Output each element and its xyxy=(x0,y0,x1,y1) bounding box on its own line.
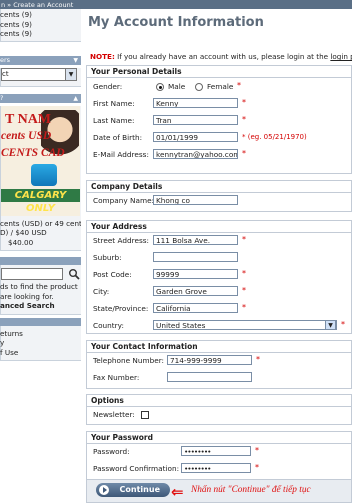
section-title: Company Details xyxy=(87,181,351,193)
section-title: Your Password xyxy=(87,432,351,444)
first-name-field[interactable]: Kenny xyxy=(153,98,238,108)
dob-label: Date of Birth: xyxy=(93,133,143,142)
password-label: Password: xyxy=(93,447,130,456)
continue-button[interactable]: Continue xyxy=(96,483,170,497)
personal-details-section: Your Personal Details Gender: Male Femal… xyxy=(86,65,352,174)
state-label: State/Province: xyxy=(93,304,149,313)
fax-label: Fax Number: xyxy=(93,373,140,382)
male-label: Male xyxy=(168,82,186,91)
street-label: Street Address: xyxy=(93,236,150,245)
company-details-section: Company Details Company Name: Khong co xyxy=(86,180,352,212)
email-field[interactable]: kennytran@yahoo.com xyxy=(153,149,238,159)
info-link[interactable]: y xyxy=(0,338,81,348)
left-sidebar: cents (9) cents (9) cents (9) ers ▼ ct ▼… xyxy=(0,9,81,500)
button-bar: Continue ⇐ Nhấn nút "Continue" để tiếp t… xyxy=(86,479,352,503)
login-note: NOTE: If you already have an account wit… xyxy=(90,52,352,61)
suburb-label: Suburb: xyxy=(93,253,122,262)
city-label: City: xyxy=(93,287,110,296)
last-name-field[interactable]: Tran xyxy=(153,115,238,125)
gender-male-radio[interactable] xyxy=(156,83,164,91)
page-title: My Account Information xyxy=(88,15,264,30)
phone-label: Telephone Number: xyxy=(93,356,165,365)
password-section: Your Password Password: •••••••• * Passw… xyxy=(86,431,352,480)
cart-line[interactable]: cents (9) xyxy=(0,20,81,30)
newsletter-checkbox[interactable] xyxy=(141,411,149,419)
instruction-text: Nhấn nút "Continue" để tiếp tục xyxy=(191,485,311,495)
promo-banner[interactable]: T NAM cents USD CENTS CAD CALGARY ONLY xyxy=(1,105,80,216)
section-title: Options xyxy=(87,395,351,407)
special-text: D) / $40 USD xyxy=(0,228,47,237)
country-label: Country: xyxy=(93,321,124,330)
main-content: My Account Information NOTE: If you alre… xyxy=(86,9,352,503)
company-name-field[interactable]: Khong co xyxy=(153,195,238,205)
address-section: Your Address Street Address: 111 Bolsa A… xyxy=(86,220,352,334)
chevron-down-icon: ▼ xyxy=(65,68,76,80)
gender-label: Gender: xyxy=(93,82,123,91)
postcode-field[interactable]: 99999 xyxy=(153,269,238,279)
password-confirm-field[interactable]: •••••••• xyxy=(181,463,251,473)
breadcrumb-bar: n » Create an Account xyxy=(0,0,352,9)
postcode-label: Post Code: xyxy=(93,270,132,279)
contact-section: Your Contact Information Telephone Numbe… xyxy=(86,340,352,389)
gender-female-radio[interactable] xyxy=(195,83,203,91)
dob-field[interactable]: 01/01/1999 xyxy=(153,132,238,142)
advanced-search-link[interactable]: anced Search xyxy=(0,301,81,311)
collapse-icon[interactable]: ▲ xyxy=(73,94,78,103)
options-section: Options Newsletter: xyxy=(86,394,352,425)
left-arrow-icon: ⇐ xyxy=(171,483,184,501)
cart-line[interactable]: cents (9) xyxy=(0,29,81,39)
street-field[interactable]: 111 Bolsa Ave. xyxy=(153,235,238,245)
search-help: are looking for. xyxy=(0,291,54,301)
chevron-down-icon: ▼ xyxy=(325,321,336,329)
login-link[interactable]: login pag xyxy=(330,52,352,61)
collapse-icon[interactable]: ▼ xyxy=(73,56,78,65)
special-price: $40.00 xyxy=(8,237,34,247)
company-name-label: Company Name: xyxy=(93,196,155,205)
first-name-label: First Name: xyxy=(93,99,135,108)
newsletter-label: Newsletter: xyxy=(93,410,135,419)
quick-search-input[interactable] xyxy=(1,268,63,280)
suburb-field[interactable] xyxy=(153,252,238,262)
play-arrow-icon xyxy=(99,485,109,495)
search-header xyxy=(0,257,81,265)
email-label: E-Mail Address: xyxy=(93,150,149,159)
manufacturers-select[interactable]: ct ▼ xyxy=(1,67,77,81)
info-link[interactable]: f Use xyxy=(0,348,81,358)
info-link[interactable]: eturns xyxy=(0,329,81,339)
city-field[interactable]: Garden Grove xyxy=(153,286,238,296)
cart-line[interactable]: cents (9) xyxy=(0,10,81,20)
section-title: Your Personal Details xyxy=(87,66,351,78)
manufacturers-header: ers ▼ xyxy=(0,55,81,65)
last-name-label: Last Name: xyxy=(93,116,135,125)
password-field[interactable]: •••••••• xyxy=(181,446,251,456)
country-select[interactable]: United States ▼ xyxy=(153,320,337,330)
password-confirm-label: Password Confirmation: xyxy=(93,464,180,473)
phone-field[interactable]: 714-999-9999 xyxy=(167,355,252,365)
state-field[interactable]: California xyxy=(153,303,238,313)
search-icon[interactable] xyxy=(68,268,80,280)
cart-box: cents (9) cents (9) cents (9) xyxy=(0,9,81,42)
special-text: cents (USD) or 49 cents xyxy=(0,218,81,228)
female-label: Female xyxy=(207,82,234,91)
section-title: Your Address xyxy=(87,221,351,233)
fax-field[interactable] xyxy=(167,372,252,382)
specials-header: ? ▲ xyxy=(0,93,81,103)
dob-hint: * (eg. 05/21/1970) xyxy=(242,133,307,141)
search-help: ds to find the product xyxy=(0,282,78,291)
section-title: Your Contact Information xyxy=(87,341,351,353)
breadcrumb: n » Create an Account xyxy=(1,1,74,9)
information-header xyxy=(0,317,81,326)
phone-image xyxy=(31,163,57,186)
